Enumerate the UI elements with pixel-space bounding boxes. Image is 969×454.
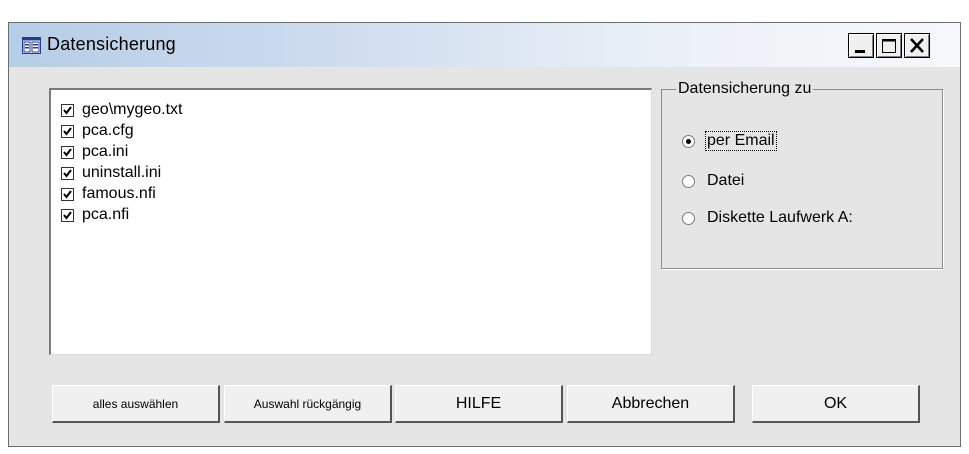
list-item[interactable]: geo\mygeo.txt bbox=[61, 99, 183, 121]
radio-option-floppy[interactable]: Diskette Laufwerk A: bbox=[682, 207, 854, 229]
checkmark-icon bbox=[63, 168, 72, 178]
minimize-button[interactable] bbox=[848, 33, 874, 58]
checkbox[interactable] bbox=[61, 187, 74, 201]
checkbox[interactable] bbox=[61, 208, 74, 222]
radio-label: Datei bbox=[707, 172, 745, 189]
file-list[interactable]: geo\mygeo.txt pca.cfg pca.ini uninstall.… bbox=[49, 88, 652, 355]
file-label: pca.ini bbox=[82, 143, 129, 160]
checkbox[interactable] bbox=[61, 103, 74, 117]
close-icon bbox=[910, 38, 924, 53]
checkmark-icon bbox=[63, 210, 72, 220]
maximize-button[interactable] bbox=[876, 33, 902, 58]
file-label: pca.cfg bbox=[82, 122, 134, 139]
radio-option-file[interactable]: Datei bbox=[682, 170, 745, 192]
file-label: uninstall.ini bbox=[82, 164, 162, 181]
cancel-button[interactable]: Abbrechen bbox=[567, 385, 735, 423]
list-item[interactable]: pca.ini bbox=[61, 141, 128, 163]
radio-button[interactable] bbox=[682, 211, 695, 225]
checkmark-icon bbox=[63, 147, 72, 157]
radio-option-email[interactable]: per Email bbox=[682, 130, 777, 152]
minimize-icon bbox=[855, 50, 865, 53]
radio-button[interactable] bbox=[682, 174, 695, 188]
list-item[interactable]: pca.cfg bbox=[61, 120, 134, 142]
radio-label: Diskette Laufwerk A: bbox=[707, 209, 853, 226]
checkbox[interactable] bbox=[61, 166, 74, 180]
radio-selected-dot bbox=[686, 138, 691, 144]
backup-dialog: Datensicherung geo\mygeo.txt pca.cfg pca… bbox=[8, 22, 961, 447]
file-label: geo\mygeo.txt bbox=[82, 101, 183, 118]
title-bar[interactable]: Datensicherung bbox=[9, 23, 960, 67]
ok-button[interactable]: OK bbox=[752, 385, 920, 423]
maximize-icon bbox=[882, 39, 896, 53]
checkmark-icon bbox=[63, 189, 72, 199]
app-icon bbox=[22, 37, 41, 54]
checkbox[interactable] bbox=[61, 124, 74, 138]
select-all-button[interactable]: alles auswählen bbox=[52, 385, 220, 423]
file-label: famous.nfi bbox=[82, 185, 156, 202]
radio-button[interactable] bbox=[682, 134, 695, 148]
group-legend: Datensicherung zu bbox=[676, 80, 814, 98]
checkmark-icon bbox=[63, 126, 72, 136]
list-item[interactable]: pca.nfi bbox=[61, 204, 129, 226]
checkmark-icon bbox=[63, 105, 72, 115]
window-title: Datensicherung bbox=[47, 34, 176, 54]
list-item[interactable]: famous.nfi bbox=[61, 183, 156, 205]
help-button[interactable]: HILFE bbox=[395, 385, 563, 423]
close-button[interactable] bbox=[904, 33, 930, 58]
undo-selection-button[interactable]: Auswahl rückgängig bbox=[224, 385, 392, 423]
file-label: pca.nfi bbox=[82, 206, 130, 223]
radio-label: per Email bbox=[705, 131, 777, 151]
backup-target-group: Datensicherung zu per Email Datei Disket… bbox=[661, 80, 943, 269]
checkbox[interactable] bbox=[61, 145, 74, 159]
list-item[interactable]: uninstall.ini bbox=[61, 162, 161, 184]
